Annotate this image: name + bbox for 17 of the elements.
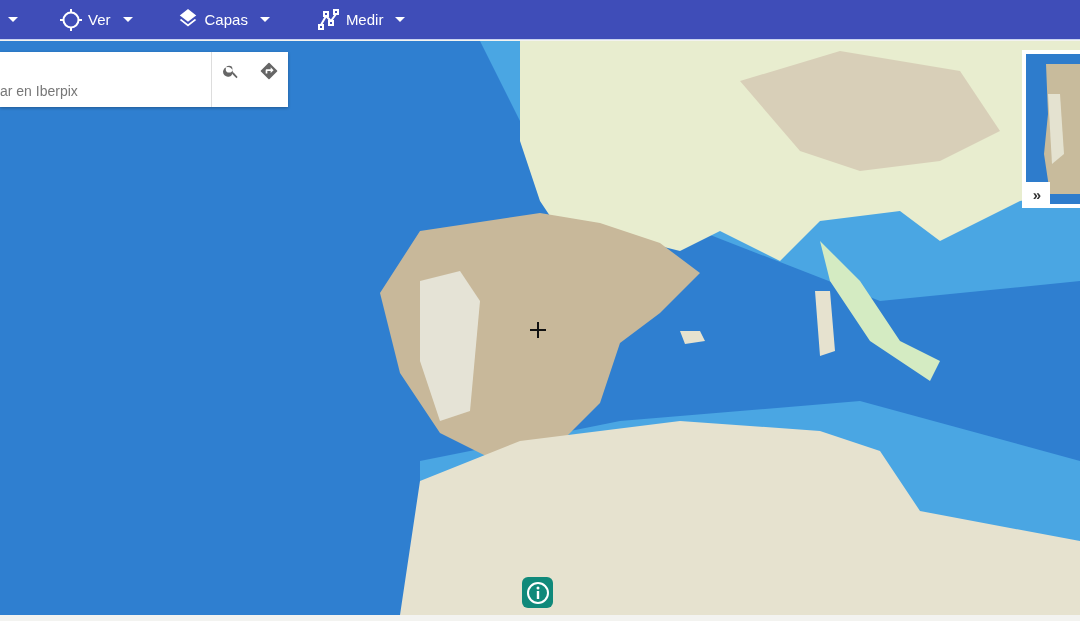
menu-dropdown[interactable]: Ver — [60, 8, 133, 31]
crosshair-icon — [530, 322, 546, 338]
crosshair-icon — [60, 8, 82, 31]
polyline-icon — [317, 8, 340, 31]
directions-icon — [259, 61, 279, 81]
info-icon — [525, 580, 550, 605]
info-button[interactable] — [522, 577, 553, 608]
caret-icon — [8, 17, 18, 22]
caret-icon — [122, 17, 133, 22]
menu-dropdown[interactable]: Medir — [317, 8, 406, 31]
menu-dropdown[interactable]: Capas — [176, 8, 270, 31]
menu-dropdown[interactable] — [8, 17, 18, 22]
search-field[interactable]: ar en Iberpix — [0, 52, 288, 107]
caret-icon — [395, 17, 406, 22]
overview-toggle-button[interactable]: » — [1024, 182, 1050, 206]
caret-icon — [259, 17, 270, 22]
search-input[interactable]: ar en Iberpix — [0, 52, 211, 107]
